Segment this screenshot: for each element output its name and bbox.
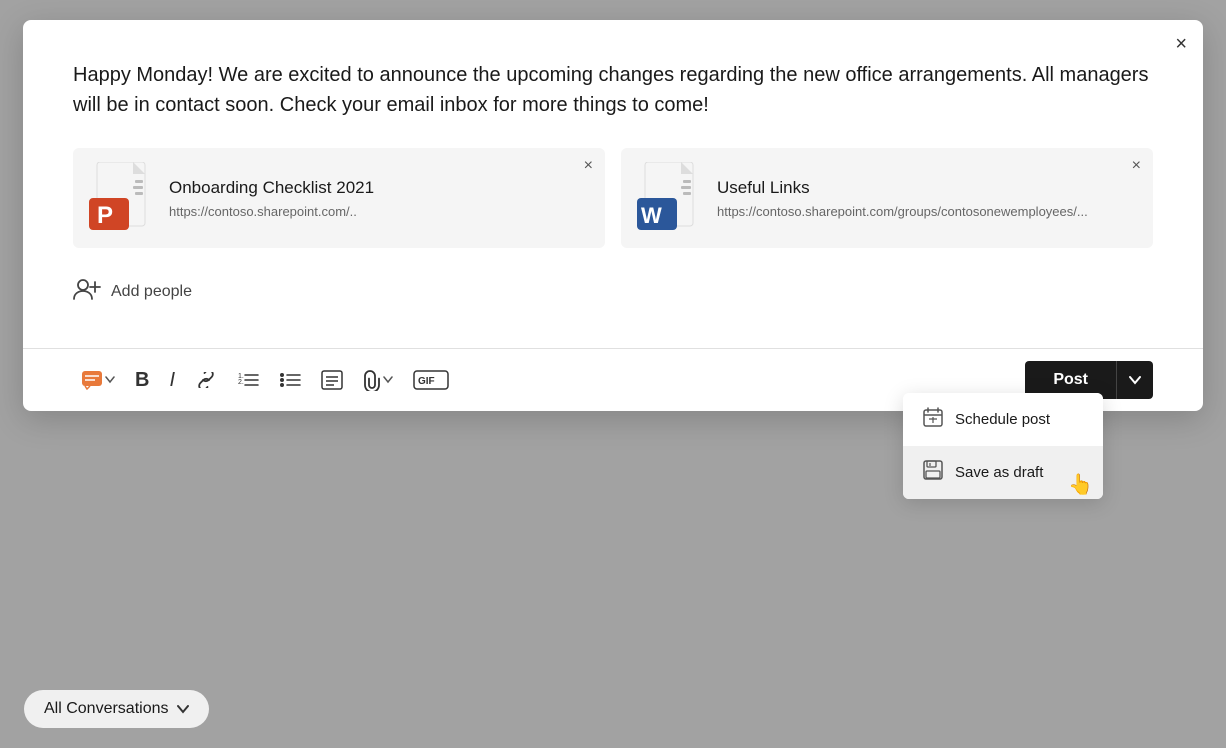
message-text: Happy Monday! We are excited to announce… [73,60,1153,120]
ordered-list-button[interactable]: 1. 2. [229,365,267,395]
attachments-row: × P [73,148,1153,248]
svg-text:W: W [641,203,662,228]
compose-modal: × Happy Monday! We are excited to announ… [23,20,1203,411]
svg-text:GIF: GIF [418,376,435,387]
unordered-list-icon [279,371,301,389]
formatting-toolbar: B I 1. 2. [23,348,1203,411]
post-button-group: Post [1025,361,1153,399]
attachment-button[interactable] [355,363,401,397]
chevron-down-icon [105,376,115,384]
attachment-info-word: Useful Links https://contoso.sharepoint.… [717,177,1088,218]
attachment-card-word: × W [621,148,1153,248]
schedule-post-label: Schedule post [955,411,1050,428]
modal-overlay: × Happy Monday! We are excited to announ… [0,0,1226,748]
attachment-url-word: https://contoso.sharepoint.com/groups/co… [717,204,1088,219]
attachment-icon [363,369,381,391]
post-dropdown-toggle[interactable] [1116,361,1153,399]
all-conversations-label: All Conversations [44,700,169,718]
svg-text:P: P [97,202,113,229]
all-conversations-chevron-icon [177,704,189,714]
text-block-button[interactable] [313,364,351,396]
attachment-info-ppt: Onboarding Checklist 2021 https://contos… [169,177,374,218]
add-people-label: Add people [111,283,192,301]
attachment-name-word: Useful Links [717,177,1088,199]
link-button[interactable] [187,366,225,394]
message-type-button[interactable] [73,364,123,396]
bold-button[interactable]: B [127,363,157,398]
add-people-icon [73,278,101,306]
post-dropdown-menu: Schedule post Save as draft [903,393,1103,499]
word-file-icon: W [637,162,701,234]
all-conversations-button[interactable]: All Conversations [24,690,209,728]
italic-button[interactable]: I [161,363,183,398]
text-block-icon [321,370,343,390]
svg-text:2.: 2. [238,379,244,386]
attachment-chevron-icon [383,376,393,384]
attachment-close-word[interactable]: × [1132,158,1141,174]
save-draft-item[interactable]: Save as draft 👆 [903,446,1103,499]
modal-body: Happy Monday! We are excited to announce… [23,20,1203,348]
message-icon [81,370,103,390]
add-people-section[interactable]: Add people [73,272,1153,312]
ordered-list-icon: 1. 2. [237,371,259,389]
link-icon [195,372,217,388]
schedule-post-item[interactable]: Schedule post [903,393,1103,446]
attachment-card-ppt: × P [73,148,605,248]
gif-button[interactable]: GIF [405,364,457,396]
attachment-close-ppt[interactable]: × [584,158,593,174]
unordered-list-button[interactable] [271,365,309,395]
modal-close-button[interactable]: × [1175,34,1187,54]
bottom-bar: All Conversations [0,670,1226,748]
attachment-name-ppt: Onboarding Checklist 2021 [169,177,374,199]
attachment-url-ppt: https://contoso.sharepoint.com/.. [169,204,374,219]
save-draft-label: Save as draft [955,464,1043,481]
gif-icon: GIF [413,370,449,390]
schedule-icon [923,407,943,432]
save-draft-icon [923,460,943,485]
ppt-file-icon: P [89,162,153,234]
cursor-indicator: 👆 [1068,472,1093,497]
post-chevron-icon [1129,375,1141,385]
